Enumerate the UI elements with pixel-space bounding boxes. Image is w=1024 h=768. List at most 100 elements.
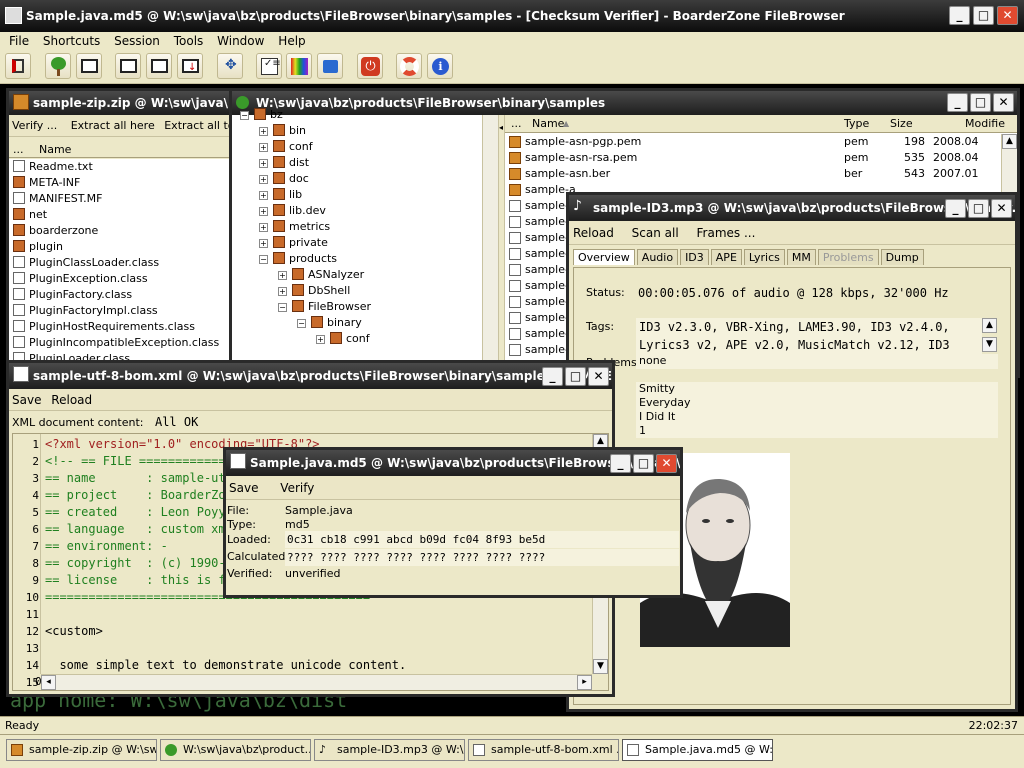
close-button[interactable]: ✕ bbox=[997, 6, 1018, 25]
mp3-window-title-bar[interactable]: ♪ sample-ID3.mp3 @ W:\sw\java\bz\product… bbox=[569, 195, 1015, 221]
folder-close-button[interactable]: ✕ bbox=[993, 93, 1014, 112]
md5-minimize-button[interactable]: _ bbox=[610, 454, 631, 473]
zip-column-header[interactable]: ... Name bbox=[9, 141, 237, 158]
md5-save-button[interactable]: Save bbox=[229, 481, 258, 495]
extract-here-button[interactable]: Extract all here bbox=[71, 119, 155, 132]
size-column[interactable]: Size bbox=[890, 115, 913, 133]
tree-node[interactable]: − products bbox=[232, 251, 498, 267]
folder-minimize-button[interactable]: _ bbox=[947, 93, 968, 112]
zip-list-item[interactable]: net bbox=[9, 207, 237, 223]
xml-reload-button[interactable]: Reload bbox=[51, 393, 92, 407]
power-icon[interactable]: ⏻ bbox=[357, 53, 383, 79]
expand-toggle-icon[interactable]: − bbox=[240, 111, 249, 120]
info-icon[interactable]: i bbox=[427, 53, 453, 79]
zip-list-item[interactable]: PluginException.class bbox=[9, 271, 237, 287]
scan-all-button[interactable]: Scan all bbox=[632, 226, 679, 240]
menu-window[interactable]: Window bbox=[217, 34, 264, 48]
expand-toggle-icon[interactable]: + bbox=[259, 159, 268, 168]
frames-button[interactable]: Frames ... bbox=[697, 226, 756, 240]
xml-window-title-bar[interactable]: sample-utf-8-bom.xml @ W:\sw\java\bz\pro… bbox=[9, 363, 612, 389]
mp3-maximize-button[interactable]: □ bbox=[968, 199, 989, 218]
expand-toggle-icon[interactable]: − bbox=[278, 303, 287, 312]
xml-save-button[interactable]: Save bbox=[12, 393, 41, 407]
tab-mm[interactable]: MM bbox=[786, 249, 816, 265]
tree-node[interactable]: + dist bbox=[232, 155, 498, 171]
tree-node[interactable]: + conf bbox=[232, 331, 498, 347]
tree-scrollbar[interactable] bbox=[482, 115, 498, 375]
md5-maximize-button[interactable]: □ bbox=[633, 454, 654, 473]
file-list-item[interactable]: sample-asn-rsa.pem pem 535 2008.04 bbox=[505, 150, 999, 166]
tab-problems[interactable]: Problems bbox=[817, 249, 879, 265]
tree-icon[interactable] bbox=[45, 53, 71, 79]
menu-help[interactable]: Help bbox=[278, 34, 305, 48]
tab-audio[interactable]: Audio bbox=[636, 249, 679, 265]
task-md5[interactable]: Sample.java.md5 @ W:... bbox=[622, 739, 773, 761]
tree-node[interactable]: + doc bbox=[232, 171, 498, 187]
window-icon[interactable] bbox=[76, 53, 102, 79]
md5-verify-button[interactable]: Verify bbox=[280, 481, 314, 495]
zip-list-item[interactable]: PluginHostRequirements.class bbox=[9, 319, 237, 335]
zip-list-item[interactable]: MANIFEST.MF bbox=[9, 191, 237, 207]
tree-node[interactable]: − FileBrowser bbox=[232, 299, 498, 315]
tags-scroll-up[interactable]: ▲ bbox=[982, 318, 997, 333]
tab-ape[interactable]: APE bbox=[710, 249, 742, 265]
tree-node[interactable]: + conf bbox=[232, 139, 498, 155]
reload-button[interactable]: Reload bbox=[573, 226, 614, 240]
tree-node[interactable]: + metrics bbox=[232, 219, 498, 235]
xml-minimize-button[interactable]: _ bbox=[542, 367, 563, 386]
maximize-button[interactable]: □ bbox=[973, 6, 994, 25]
task-xml[interactable]: sample-utf-8-bom.xml ... bbox=[468, 739, 619, 761]
zip-window-title-bar[interactable]: sample-zip.zip @ W:\sw\java\bz\products\… bbox=[9, 91, 237, 115]
verify-button[interactable]: Verify ... bbox=[12, 119, 57, 132]
expand-toggle-icon[interactable]: + bbox=[259, 207, 268, 216]
checklist-icon[interactable]: ✓≡ bbox=[256, 53, 282, 79]
task-mp3[interactable]: ♪sample-ID3.mp3 @ W:\s... bbox=[314, 739, 465, 761]
java-icon[interactable] bbox=[317, 53, 343, 79]
exit-icon[interactable] bbox=[5, 53, 31, 79]
mp3-minimize-button[interactable]: _ bbox=[945, 199, 966, 218]
file-list-item[interactable]: sample-asn-pgp.pem pem 198 2008.04 bbox=[505, 134, 999, 150]
expand-toggle-icon[interactable]: + bbox=[278, 271, 287, 280]
menu-file[interactable]: File bbox=[9, 34, 29, 48]
tab-overview[interactable]: Overview bbox=[573, 249, 635, 265]
expand-toggle-icon[interactable]: − bbox=[297, 319, 306, 328]
menu-shortcuts[interactable]: Shortcuts bbox=[43, 34, 100, 48]
help-ring-icon[interactable] bbox=[396, 53, 422, 79]
zip-list-item[interactable]: PluginIncompatibleException.class bbox=[9, 335, 237, 351]
file-list-item[interactable]: sample-asn.ber ber 543 2007.01 bbox=[505, 166, 999, 182]
main-title-bar[interactable]: Sample.java.md5 @ W:\sw\java\bz\products… bbox=[0, 0, 1024, 32]
menu-session[interactable]: Session bbox=[114, 34, 160, 48]
cascade-icon[interactable] bbox=[115, 53, 141, 79]
tab-id3[interactable]: ID3 bbox=[680, 249, 709, 265]
xml-close-button[interactable]: ✕ bbox=[588, 367, 609, 386]
modified-column[interactable]: Modifie bbox=[965, 115, 1005, 133]
tags-scroll-down[interactable]: ▼ bbox=[982, 337, 997, 352]
md5-close-button[interactable]: ✕ bbox=[656, 454, 677, 473]
md5-window-title-bar[interactable]: Sample.java.md5 @ W:\sw\java\bz\products… bbox=[226, 450, 680, 476]
download-icon[interactable]: ↓ bbox=[177, 53, 203, 79]
task-zip[interactable]: sample-zip.zip @ W:\sw... bbox=[6, 739, 157, 761]
expand-toggle-icon[interactable]: + bbox=[259, 175, 268, 184]
zip-list-item[interactable]: PluginClassLoader.class bbox=[9, 255, 237, 271]
tree-node[interactable]: + bin bbox=[232, 123, 498, 139]
tab-dump[interactable]: Dump bbox=[880, 249, 924, 265]
task-folder[interactable]: W:\sw\java\bz\product... bbox=[160, 739, 311, 761]
tree-node[interactable]: + lib bbox=[232, 187, 498, 203]
tree-node[interactable]: + private bbox=[232, 235, 498, 251]
move-icon[interactable]: ✥ bbox=[217, 53, 243, 79]
name-column[interactable]: Name bbox=[532, 115, 564, 133]
expand-toggle-icon[interactable]: − bbox=[259, 255, 268, 264]
zip-list-item[interactable]: META-INF bbox=[9, 175, 237, 191]
xml-hscroll[interactable]: ◂ ▸ bbox=[41, 674, 592, 690]
tree-node[interactable]: − bz bbox=[232, 107, 498, 123]
zip-list-item[interactable]: PluginFactory.class bbox=[9, 287, 237, 303]
folder-maximize-button[interactable]: □ bbox=[970, 93, 991, 112]
expand-toggle-icon[interactable]: + bbox=[259, 191, 268, 200]
type-column[interactable]: Type bbox=[844, 115, 869, 133]
tree-node[interactable]: + lib.dev bbox=[232, 203, 498, 219]
tile-icon[interactable] bbox=[146, 53, 172, 79]
minimize-button[interactable]: _ bbox=[949, 6, 970, 25]
expand-toggle-icon[interactable]: + bbox=[259, 143, 268, 152]
splitter[interactable]: ◂ bbox=[498, 115, 505, 375]
palette-icon[interactable] bbox=[286, 53, 312, 79]
